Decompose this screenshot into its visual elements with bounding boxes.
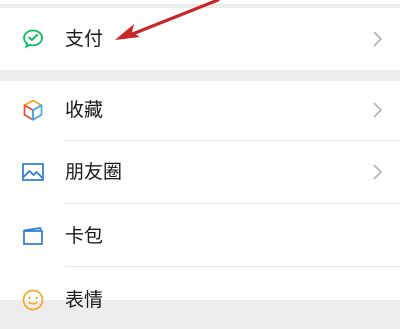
- menu-item-label: 表情: [65, 289, 104, 311]
- top-section-edge: [0, 0, 400, 4]
- chevron-right-icon: [371, 101, 383, 119]
- pay-section: 支付: [0, 8, 400, 70]
- menu-item-stickers[interactable]: 表情: [0, 267, 400, 329]
- sticker-smile-icon: [21, 288, 45, 312]
- menu-item-label: 支付: [65, 28, 104, 50]
- menu-item-favorites[interactable]: 收藏: [0, 81, 400, 143]
- menu-item-label: 收藏: [65, 99, 104, 121]
- menu-item-cards[interactable]: 卡包: [0, 204, 400, 266]
- favorites-cube-icon: [21, 98, 45, 122]
- chevron-right-icon: [371, 163, 383, 181]
- card-wallet-icon: [21, 224, 45, 248]
- menu-list-section: 收藏 朋友圈 卡包 表情: [0, 81, 400, 311]
- menu-item-pay[interactable]: 支付: [0, 8, 400, 70]
- menu-item-moments[interactable]: 朋友圈: [0, 141, 400, 203]
- menu-item-label: 卡包: [65, 225, 104, 247]
- menu-item-label: 朋友圈: [65, 161, 123, 183]
- chevron-right-icon: [371, 30, 383, 48]
- wechat-pay-icon: [21, 27, 45, 51]
- moments-picture-icon: [21, 160, 45, 184]
